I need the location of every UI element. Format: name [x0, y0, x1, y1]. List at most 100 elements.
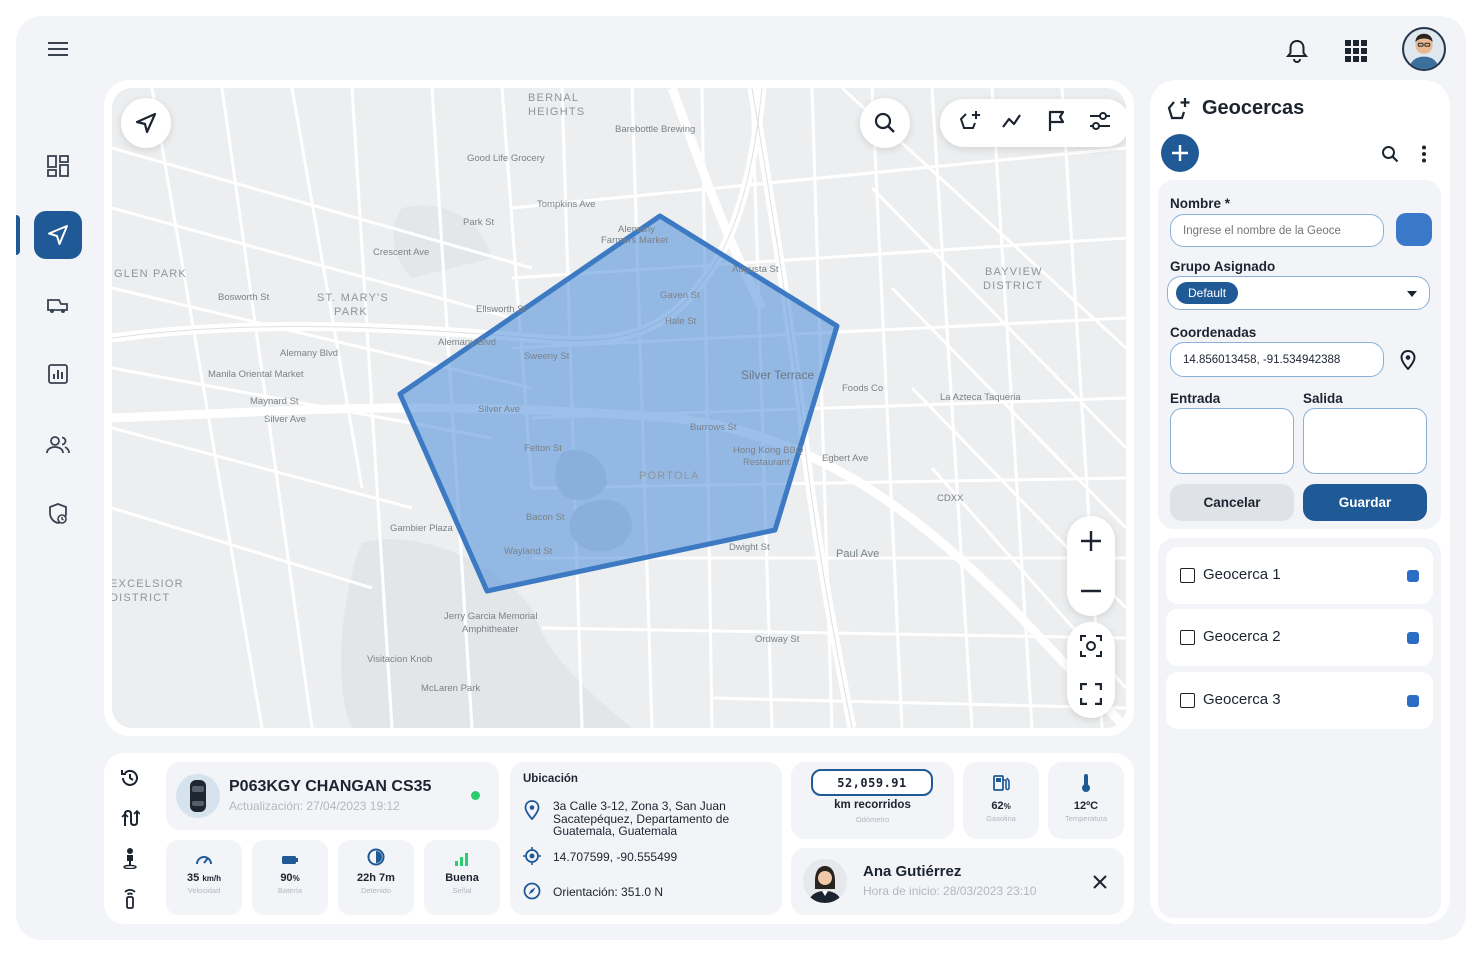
- flag-tool-button[interactable]: [1045, 109, 1069, 138]
- vehicle-thumbnail: [176, 774, 220, 818]
- map-label: Gaven St: [660, 290, 700, 301]
- zoom-out-button[interactable]: [1067, 566, 1115, 616]
- battery-stat: 90% Batería: [252, 840, 328, 915]
- map-label: GLEN PARK: [114, 268, 187, 280]
- navigation-arrow-icon: [135, 112, 157, 134]
- history-button[interactable]: [117, 765, 143, 791]
- geocerca-color: [1407, 695, 1419, 707]
- add-geocerca-button[interactable]: [1161, 134, 1199, 172]
- vehicle-updated: Actualización: 27/04/2023 19:12: [229, 799, 400, 813]
- sidebar-item-dashboard[interactable]: [34, 142, 82, 190]
- map-view[interactable]: BERNAL HEIGHTS Barebottle Brewing Good L…: [112, 88, 1126, 728]
- temperature-card: 12ºC Temperatura: [1048, 762, 1124, 839]
- checkbox[interactable]: [1180, 693, 1195, 708]
- list-item[interactable]: Geocerca 1: [1166, 547, 1433, 604]
- minus-icon: [1081, 589, 1101, 593]
- gps-icon: [523, 847, 541, 865]
- zoom-in-button[interactable]: [1067, 516, 1115, 566]
- center-focus-button[interactable]: [1067, 622, 1115, 670]
- map-search-button[interactable]: [860, 98, 910, 148]
- remote-button[interactable]: [117, 885, 143, 911]
- map-label: ST. MARY'S: [317, 292, 389, 304]
- vehicle-status-dot: [471, 791, 480, 800]
- route-tool-button[interactable]: [1001, 109, 1025, 138]
- users-icon: [46, 436, 70, 454]
- odometer-label: km recorridos: [834, 799, 911, 811]
- map-label: Silver Ave: [264, 414, 307, 425]
- map-label: Ellsworth St: [476, 304, 527, 315]
- cancel-button[interactable]: Cancelar: [1170, 484, 1294, 521]
- pick-location-button[interactable]: [1396, 348, 1420, 372]
- sidebar-item-vehicles[interactable]: [34, 282, 82, 330]
- entry-input[interactable]: [1170, 408, 1294, 474]
- panel-search-button[interactable]: [1378, 142, 1402, 166]
- chevron-down-icon: [1407, 291, 1417, 297]
- close-driver-button[interactable]: [1090, 872, 1110, 892]
- hamburger-icon[interactable]: [44, 36, 74, 64]
- route-button[interactable]: [117, 805, 143, 831]
- map-label: Augusta St: [732, 264, 779, 275]
- map-label: DISTRICT: [112, 592, 171, 604]
- map-label: La Azteca Taqueria: [940, 392, 1021, 403]
- map-label: PORTOLA: [639, 470, 700, 482]
- map-label: Barebottle Brewing: [615, 124, 696, 135]
- list-item[interactable]: Geocerca 3: [1166, 672, 1433, 729]
- temperature-label: Temperatura: [1064, 814, 1108, 823]
- coords-input[interactable]: 14.856013458, -91.534942388: [1170, 342, 1384, 377]
- battery-icon: [282, 856, 298, 864]
- battery-value: 90: [280, 872, 293, 884]
- group-select[interactable]: Default: [1167, 276, 1430, 310]
- map-label: Farmers Market: [601, 235, 669, 246]
- temperature-value: 12ºC: [1073, 800, 1099, 812]
- fuel-unit: %: [1003, 802, 1011, 811]
- odometer-card: 52,059.91 km recorridos Odómetro: [791, 762, 954, 839]
- car-top-icon: [190, 780, 206, 812]
- save-button[interactable]: Guardar: [1303, 484, 1427, 521]
- map-label: Restaurant: [743, 457, 790, 468]
- thermometer-icon: [1082, 774, 1090, 792]
- stopped-value: 22h 7m: [357, 872, 395, 884]
- odometer-value: 52,059.91: [811, 769, 933, 796]
- map-label: Sweeny St: [524, 351, 570, 362]
- map-label: Bosworth St: [218, 292, 270, 303]
- name-input[interactable]: [1170, 214, 1384, 247]
- filters-icon: [1090, 111, 1111, 130]
- map-label: Burrows St: [690, 422, 737, 433]
- map-label: EXCELSIOR: [112, 578, 184, 590]
- user-avatar[interactable]: [1402, 27, 1446, 71]
- map-label: Maynard St: [250, 396, 299, 407]
- filters-tool-button[interactable]: [1088, 109, 1112, 138]
- checkbox[interactable]: [1180, 630, 1195, 645]
- color-picker-button[interactable]: [1396, 213, 1432, 246]
- vehicle-name: P063KGY CHANGAN CS35: [229, 778, 432, 795]
- fullscreen-button[interactable]: [1067, 670, 1115, 718]
- street-view-button[interactable]: [117, 845, 143, 871]
- location-card: Ubicación 3a Calle 3-12, Zona 3, San Jua…: [510, 762, 782, 915]
- group-label: Grupo Asignado: [1170, 259, 1276, 274]
- vehicle-card[interactable]: P063KGY CHANGAN CS35 Actualización: 27/0…: [166, 762, 499, 830]
- sidebar-item-navigation[interactable]: [34, 211, 82, 259]
- sidebar-item-security[interactable]: [34, 490, 82, 538]
- bell-icon[interactable]: [1282, 36, 1312, 66]
- map-label: Foods Co: [842, 383, 884, 394]
- apps-grid-icon[interactable]: [1341, 36, 1371, 66]
- locate-button[interactable]: [121, 98, 171, 148]
- map-label: Ordway St: [755, 634, 800, 645]
- speedometer-icon: [196, 856, 212, 865]
- list-item[interactable]: Geocerca 2: [1166, 609, 1433, 666]
- exit-input[interactable]: [1303, 408, 1427, 474]
- sidebar-item-reports[interactable]: [34, 350, 82, 398]
- map-label: Gambier Plaza: [390, 523, 453, 534]
- reports-icon: [48, 364, 68, 384]
- more-options-button[interactable]: [1414, 142, 1434, 166]
- geofence-tool-button[interactable]: [958, 109, 982, 138]
- location-pin-icon: [524, 800, 540, 820]
- geocerca-color: [1407, 570, 1419, 582]
- checkbox[interactable]: [1180, 568, 1195, 583]
- group-chip: Default: [1176, 282, 1239, 304]
- sidebar-item-users[interactable]: [34, 421, 82, 469]
- geocerca-color: [1407, 632, 1419, 644]
- map-label: Paul Ave: [836, 548, 880, 560]
- geocerca-name: Geocerca 2: [1203, 628, 1281, 645]
- navigation-icon: [48, 225, 68, 245]
